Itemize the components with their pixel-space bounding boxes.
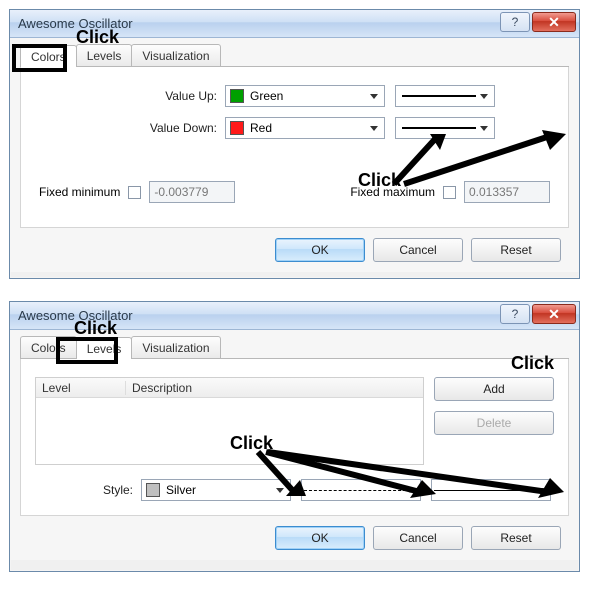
add-button[interactable]: Add [434, 377, 554, 401]
line-preview-dashed [304, 490, 406, 491]
line-preview-solid [402, 95, 476, 97]
reset-button[interactable]: Reset [471, 238, 561, 262]
fixed-min-checkbox[interactable] [128, 186, 141, 199]
dialog-colors: Awesome Oscillator ? ✕ Colors Levels Vis… [9, 9, 580, 279]
value-down-color-name: Red [250, 121, 272, 135]
ok-button[interactable]: OK [275, 238, 365, 262]
ok-button[interactable]: OK [275, 526, 365, 550]
col-level: Level [36, 381, 126, 395]
fixed-min-label: Fixed minimum [39, 185, 120, 199]
tab-row: Colors Levels Visualization [20, 336, 569, 359]
cancel-button[interactable]: Cancel [373, 526, 463, 550]
style-color-name: Silver [166, 483, 196, 497]
tab-levels[interactable]: Levels [76, 337, 133, 359]
colors-panel: Value Up: Green Value Down: Red [20, 67, 569, 228]
value-up-line-combo[interactable] [395, 85, 495, 107]
chevron-down-icon [477, 89, 491, 103]
tab-visualization[interactable]: Visualization [131, 44, 220, 66]
tab-visualization[interactable]: Visualization [131, 336, 220, 358]
line-preview-thin [434, 490, 536, 491]
style-line-pattern-combo[interactable] [301, 479, 421, 501]
style-label: Style: [35, 483, 141, 497]
chevron-down-icon [273, 483, 287, 497]
tab-colors[interactable]: Colors [20, 336, 77, 358]
value-up-color-name: Green [250, 89, 283, 103]
levels-panel: Level Description Add Delete Style: Silv… [20, 359, 569, 516]
value-up-label: Value Up: [35, 89, 225, 103]
value-down-swatch [230, 121, 244, 135]
help-button[interactable]: ? [500, 304, 530, 324]
style-color-combo[interactable]: Silver [141, 479, 291, 501]
style-line-width-combo[interactable] [431, 479, 551, 501]
tab-colors[interactable]: Colors [20, 45, 77, 67]
annotation-click-levels: Click [74, 318, 117, 339]
chevron-down-icon [403, 483, 417, 497]
fixed-max-checkbox[interactable] [443, 186, 456, 199]
annotation-click-add: Click [511, 353, 554, 374]
close-button[interactable]: ✕ [532, 304, 576, 324]
delete-button: Delete [434, 411, 554, 435]
value-down-color-combo[interactable]: Red [225, 117, 385, 139]
style-swatch [146, 483, 160, 497]
value-down-label: Value Down: [35, 121, 225, 135]
dialog-levels: Awesome Oscillator ? ✕ Colors Levels Vis… [9, 301, 580, 572]
annotation-click-colors: Click [76, 27, 119, 48]
help-button[interactable]: ? [500, 12, 530, 32]
cancel-button[interactable]: Cancel [373, 238, 463, 262]
fixed-min-value[interactable]: -0.003779 [149, 181, 235, 203]
value-up-swatch [230, 89, 244, 103]
annotation-click-style: Click [230, 433, 273, 454]
line-preview-solid [402, 127, 476, 129]
chevron-down-icon [533, 483, 547, 497]
close-button[interactable]: ✕ [532, 12, 576, 32]
annotation-click-dropdowns: Click [358, 170, 401, 191]
reset-button[interactable]: Reset [471, 526, 561, 550]
chevron-down-icon [367, 89, 381, 103]
chevron-down-icon [367, 121, 381, 135]
col-description: Description [126, 381, 423, 395]
value-down-line-combo[interactable] [395, 117, 495, 139]
value-up-color-combo[interactable]: Green [225, 85, 385, 107]
fixed-max-value[interactable]: 0.013357 [464, 181, 550, 203]
chevron-down-icon [477, 121, 491, 135]
